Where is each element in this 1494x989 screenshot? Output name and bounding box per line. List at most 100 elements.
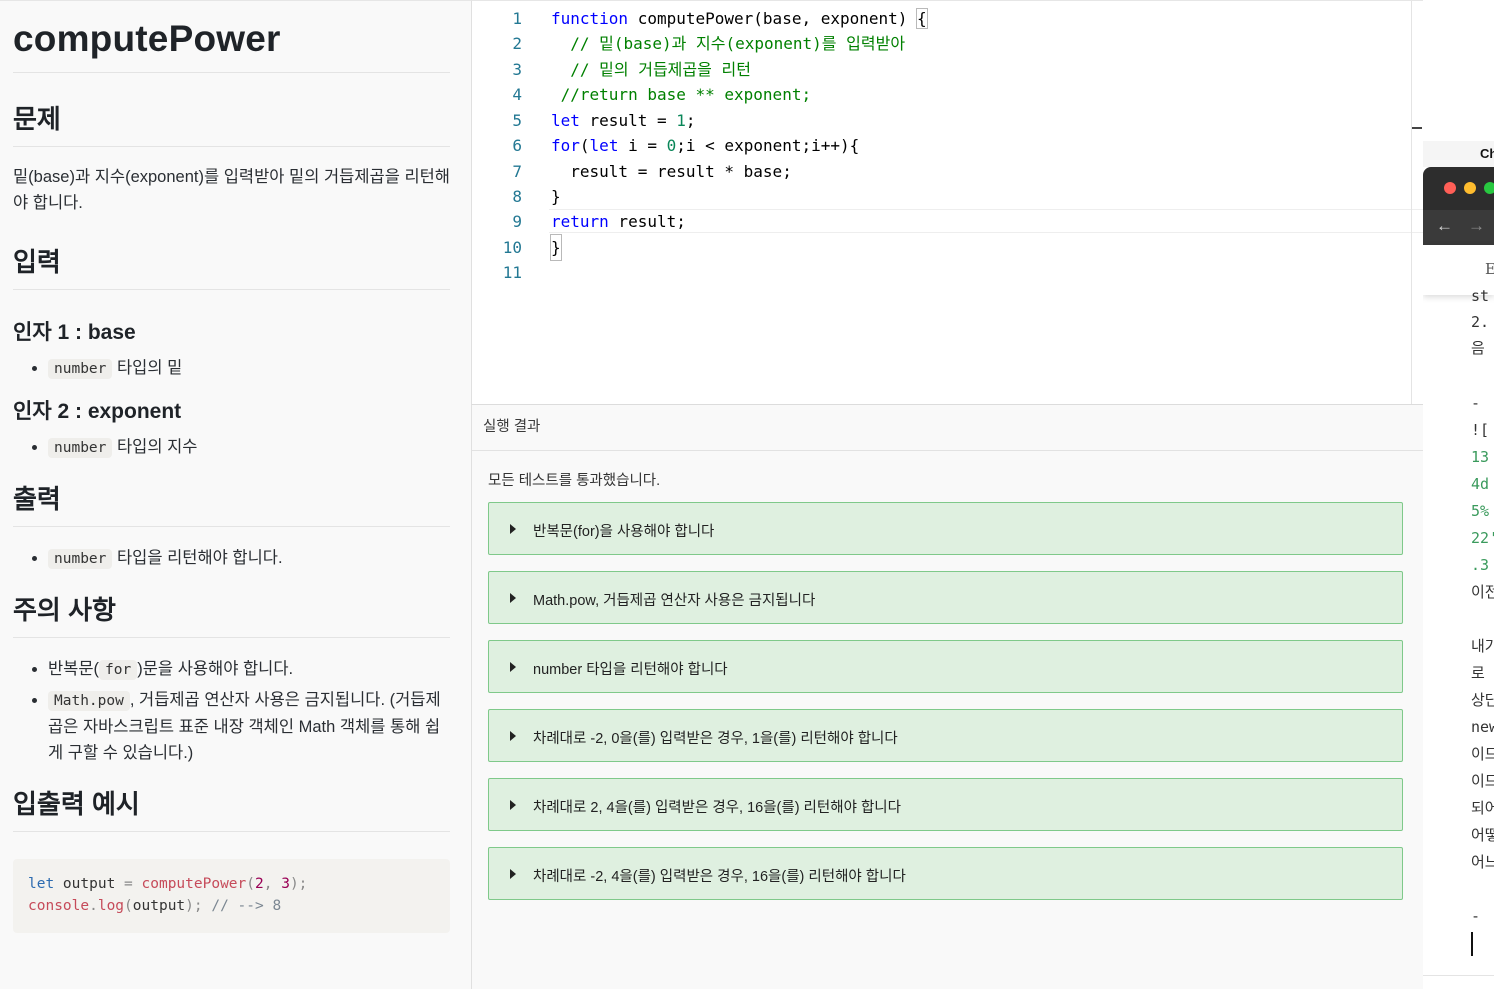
menu-bar: Ch [1423, 141, 1494, 167]
note-math-pow: Math.pow, 거듭제곱 연산자 사용은 금지됩니다. (거듭제곱은 자바스… [48, 687, 450, 766]
browser-toolbar: ← → [1423, 210, 1494, 245]
page-glyph: E [1485, 260, 1494, 278]
code-line[interactable]: 11 [472, 260, 1422, 285]
section-problem-heading: 문제 [13, 73, 450, 147]
test-case-label: Math.pow, 거듭제곱 연산자 사용은 금지됩니다 [533, 593, 816, 609]
line-number: 4 [512, 85, 522, 104]
line-number: 7 [512, 162, 522, 181]
example-line-2: console.log(output); // --> 8 [28, 898, 282, 914]
test-case[interactable]: 차례대로 2, 4을(를) 입력받은 경우, 16을(를) 리턴해야 합니다 [488, 778, 1403, 831]
code-line[interactable]: 3 // 밑의 거듭제곱을 리턴 [472, 57, 1422, 82]
line-number: 2 [512, 34, 522, 53]
side-text-line: 음 [1471, 339, 1485, 357]
test-case[interactable]: number 타입을 리턴해야 합니다 [488, 640, 1403, 693]
test-case-label: 차례대로 2, 4을(를) 입력받은 경우, 16을(를) 리턴해야 합니다 [533, 800, 901, 816]
line-number: 6 [512, 136, 522, 155]
test-case-label: 차례대로 -2, 0을(를) 입력받은 경우, 1을(를) 리턴해야 합니다 [533, 731, 898, 747]
section-notes-heading: 주의 사항 [13, 576, 450, 638]
editor-scrollbar[interactable] [1411, 1, 1412, 405]
code-line[interactable]: 1 function computePower(base, exponent) { [472, 6, 1422, 31]
back-arrow-icon[interactable]: ← [1436, 216, 1453, 236]
section-input-heading: 입력 [13, 216, 450, 290]
minimize-window-icon[interactable] [1464, 182, 1476, 194]
note2-code: Math.pow [48, 691, 130, 711]
expand-triangle-icon [510, 869, 516, 879]
expand-triangle-icon [510, 800, 516, 810]
arg1-type-code: number [48, 359, 113, 379]
browser-titlebar [1423, 167, 1494, 210]
line-number: 9 [512, 212, 522, 231]
code-line[interactable]: 6 for(let i = 0;i < exponent;i++){ [472, 133, 1422, 158]
test-case-label: 차례대로 -2, 4을(를) 입력받은 경우, 16을(를) 리턴해야 합니다 [533, 869, 906, 885]
code-line[interactable]: 4 //return base ** exponent; [472, 82, 1422, 107]
code-line[interactable]: 2 // 밑(base)과 지수(exponent)를 입력받아 [472, 31, 1422, 56]
code-editor[interactable]: 1 function computePower(base, exponent) {… [471, 0, 1423, 405]
expand-triangle-icon [510, 731, 516, 741]
arg2-desc: 타입의 지수 [116, 438, 198, 456]
side-text-line: 되어 [1471, 799, 1494, 817]
problem-panel: computePower 문제 밑(base)과 지수(exponent)를 입… [0, 0, 471, 989]
test-case-label: number 타입을 리턴해야 합니다 [533, 662, 728, 678]
side-text-line[interactable]: ![ [1471, 417, 1489, 444]
side-text-line: 내가 [1471, 637, 1494, 655]
arg2-heading: 인자 2 : exponent [13, 400, 182, 423]
problem-description: 밑(base)과 지수(exponent)를 입력받아 밑의 거듭제곱을 리턴해… [13, 168, 450, 212]
note1-code: for [99, 660, 138, 680]
line-number: 1 [512, 9, 522, 28]
test-case-label: 반복문(for)을 사용해야 합니다 [533, 524, 715, 540]
example-line-1: let output = computePower(2, 3); [28, 876, 308, 892]
close-window-icon[interactable] [1444, 182, 1456, 194]
line-number: 5 [512, 111, 522, 130]
test-case[interactable]: Math.pow, 거듭제곱 연산자 사용은 금지됩니다 [488, 571, 1403, 624]
note-for-loop: 반복문(for)문을 사용해야 합니다. [48, 656, 450, 683]
side-text-line: 22' [1471, 529, 1494, 547]
background-window: Ch ← → E st 2. 음 - ![ 13 4d 5% 22' .3 이전… [1423, 0, 1494, 989]
results-summary: 모든 테스트를 통과했습니다. [488, 473, 661, 489]
arg1-desc: 타입의 밑 [116, 359, 183, 377]
editor-overview-marker [1412, 127, 1422, 129]
side-text-line: 5% [1471, 502, 1490, 520]
code-line[interactable]: 8} [472, 184, 1422, 209]
notes-list: 반복문(for)문을 사용해야 합니다. Math.pow, 거듭제곱 연산자 … [13, 656, 450, 766]
menu-bar-app-name[interactable]: Ch [1480, 146, 1494, 161]
side-text-line: 이므 [1471, 772, 1494, 790]
line-number: 3 [512, 60, 522, 79]
example-code-block: let output = computePower(2, 3); console… [13, 859, 450, 933]
code-line[interactable]: 9 return result; [472, 209, 1422, 234]
side-text-line: 로 [1471, 664, 1494, 682]
side-text-line: 4d [1471, 475, 1490, 493]
arg2-list: number 타입의 지수 [13, 434, 450, 461]
section-example-heading: 입출력 예시 [13, 770, 450, 832]
side-text-line: 이므 [1471, 745, 1494, 763]
line-number: 11 [502, 263, 522, 282]
side-text-line: 어떻 [1471, 826, 1494, 844]
side-text-line: 이전 [1471, 583, 1494, 601]
side-text-line: new [1471, 718, 1494, 736]
output-item: number 타입을 리턴해야 합니다. [48, 545, 450, 572]
expand-triangle-icon [510, 593, 516, 603]
side-text-line: st [1471, 287, 1490, 305]
test-case[interactable]: 반복문(for)을 사용해야 합니다 [488, 502, 1403, 555]
arg1-heading: 인자 1 : base [13, 321, 136, 344]
code-line[interactable]: 10} [472, 234, 1422, 261]
expand-triangle-icon [510, 524, 516, 534]
arg1-item: number 타입의 밑 [48, 355, 450, 382]
code-line[interactable]: 5 let result = 1; [472, 108, 1422, 133]
side-text-line: 2. [1471, 313, 1490, 331]
problem-title: computePower [13, 1, 450, 73]
arg2-type-code: number [48, 438, 113, 458]
code-line[interactable]: 7 result = result * base; [472, 159, 1422, 184]
zoom-window-icon[interactable] [1484, 182, 1494, 194]
side-text-line: - [1471, 907, 1490, 925]
output-list: number 타입을 리턴해야 합니다. [13, 545, 450, 572]
side-divider [1423, 975, 1494, 976]
output-desc: 타입을 리턴해야 합니다. [116, 549, 283, 567]
arg1-list: number 타입의 밑 [13, 355, 450, 382]
text-cursor [1471, 932, 1473, 956]
results-header: 실행 결과 [472, 405, 1423, 451]
test-case[interactable]: 차례대로 -2, 4을(를) 입력받은 경우, 16을(를) 리턴해야 합니다 [488, 847, 1403, 900]
side-text-line: 어느 [1471, 853, 1494, 871]
test-case[interactable]: 차례대로 -2, 0을(를) 입력받은 경우, 1을(를) 리턴해야 합니다 [488, 709, 1403, 762]
expand-triangle-icon [510, 662, 516, 672]
forward-arrow-icon[interactable]: → [1468, 216, 1485, 236]
